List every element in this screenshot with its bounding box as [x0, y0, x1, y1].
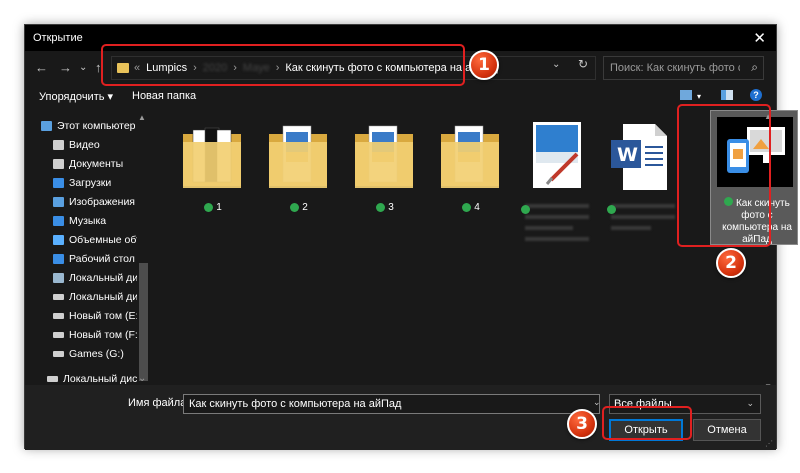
- organize-button[interactable]: Упорядочить ▾: [39, 90, 113, 103]
- drive-icon: [47, 375, 58, 382]
- sync-check-icon: [462, 203, 472, 212]
- forward-button[interactable]: →: [59, 60, 72, 75]
- list-item[interactable]: 3: [349, 118, 421, 248]
- view-dropdown-icon[interactable]: ▾: [697, 92, 701, 101]
- resize-grip-icon[interactable]: ⋰: [765, 439, 773, 448]
- preview-pane-icon[interactable]: [721, 90, 733, 100]
- sidebar-item-downloads[interactable]: Загрузки: [53, 173, 153, 192]
- list-item[interactable]: W: [607, 118, 679, 248]
- desktop-icon: [53, 253, 64, 264]
- sidebar-item-this-pc[interactable]: Этот компьютер: [41, 116, 141, 135]
- sidebar-item-games-g[interactable]: Games (G:): [53, 344, 153, 363]
- documents-icon: [53, 158, 64, 169]
- refresh-icon[interactable]: ↻: [578, 57, 588, 71]
- scroll-up-icon[interactable]: ▲: [138, 113, 146, 122]
- pictures-icon: [53, 196, 64, 207]
- back-button[interactable]: ←: [35, 60, 48, 75]
- step-marker-2: 2: [716, 248, 746, 278]
- chevron-down-icon: ⌄: [746, 398, 754, 408]
- folder-icon: [355, 125, 413, 188]
- list-item[interactable]: [521, 118, 593, 248]
- folder-icon: [441, 125, 499, 188]
- sidebar-item-local-disk-c[interactable]: Локальный дис: [53, 268, 137, 287]
- file-name: 1: [216, 202, 222, 213]
- 3d-objects-icon: [53, 234, 64, 245]
- filename-label: Имя файла:: [128, 397, 190, 409]
- svg-text:W: W: [617, 144, 638, 166]
- file-name: 3: [388, 202, 394, 213]
- search-placeholder: Поиск: Как скинуть фото с к...: [610, 62, 740, 74]
- drive-icon: [53, 312, 64, 319]
- sidebar-item-desktop[interactable]: Рабочий стол: [53, 249, 153, 268]
- list-item[interactable]: 4: [435, 118, 507, 248]
- sidebar-item-3d-objects[interactable]: Объемные объ: [53, 230, 137, 249]
- scroll-down-icon[interactable]: ⌄: [138, 373, 146, 384]
- image-file-icon: [533, 122, 581, 188]
- blurred-file-name: [525, 204, 589, 248]
- view-options-icon[interactable]: [680, 90, 692, 100]
- drive-icon: [53, 293, 64, 300]
- step-marker-1: 1: [469, 50, 499, 80]
- music-icon: [53, 215, 64, 226]
- window-title: Открытие: [33, 32, 83, 44]
- filename-field[interactable]: Как скинуть фото с компьютера на айПад: [183, 394, 600, 414]
- sidebar-scrollbar-thumb[interactable]: [139, 263, 148, 381]
- drive-icon: [53, 350, 64, 357]
- search-input[interactable]: Поиск: Как скинуть фото с к... ⌕: [603, 56, 764, 80]
- search-icon: ⌕: [751, 60, 758, 74]
- open-button-highlight: [602, 406, 692, 440]
- sidebar-item-pictures[interactable]: Изображения: [53, 192, 153, 211]
- sidebar-item-documents[interactable]: Документы: [53, 154, 153, 173]
- new-folder-button[interactable]: Новая папка: [132, 90, 196, 102]
- sync-check-icon: [521, 205, 530, 214]
- cancel-button[interactable]: Отмена: [693, 419, 761, 441]
- sync-check-icon: [376, 203, 386, 212]
- selected-file-highlight: [677, 104, 771, 247]
- drive-icon: [53, 331, 64, 338]
- sync-check-icon: [204, 203, 214, 212]
- command-bar: Упорядочить ▾ Новая папка ▾ ?: [25, 85, 776, 107]
- list-item[interactable]: 1: [177, 118, 249, 248]
- file-name: 2: [302, 202, 308, 213]
- help-icon[interactable]: ?: [750, 89, 762, 101]
- navigation-pane: Этот компьютер Видео Документы Загрузки …: [25, 110, 153, 392]
- blurred-file-name: [611, 204, 675, 237]
- step-marker-3: 3: [567, 409, 597, 439]
- sidebar-item-music[interactable]: Музыка: [53, 211, 153, 230]
- folder-icon: [183, 127, 241, 188]
- sidebar-item-video[interactable]: Видео: [53, 135, 153, 154]
- recent-locations-dropdown[interactable]: ⌄: [79, 62, 87, 73]
- downloads-icon: [53, 177, 64, 188]
- file-name: 4: [474, 202, 480, 213]
- sync-check-icon: [607, 205, 616, 214]
- address-dropdown-icon[interactable]: ⌄: [552, 59, 560, 70]
- filename-dropdown-icon[interactable]: ⌄: [593, 397, 601, 408]
- computer-icon: [41, 120, 52, 131]
- close-icon[interactable]: ✕: [753, 29, 766, 47]
- folder-icon: [269, 125, 327, 188]
- word-document-icon: W: [611, 124, 667, 190]
- sidebar-item-local-disk-d[interactable]: Локальный дис: [53, 287, 137, 306]
- list-item[interactable]: 2: [263, 118, 335, 248]
- open-file-dialog: Открытие ✕ ← → ⌄ ↑ « Lumpics › 2020 › Ма…: [24, 24, 798, 450]
- video-icon: [53, 139, 64, 150]
- drive-os-icon: [53, 272, 64, 283]
- sync-check-icon: [290, 203, 300, 212]
- address-bar-highlight: [101, 44, 465, 86]
- sidebar-item-volume-e[interactable]: Новый том (E:): [53, 306, 137, 325]
- sidebar-item-volume-f[interactable]: Новый том (F:): [53, 325, 137, 344]
